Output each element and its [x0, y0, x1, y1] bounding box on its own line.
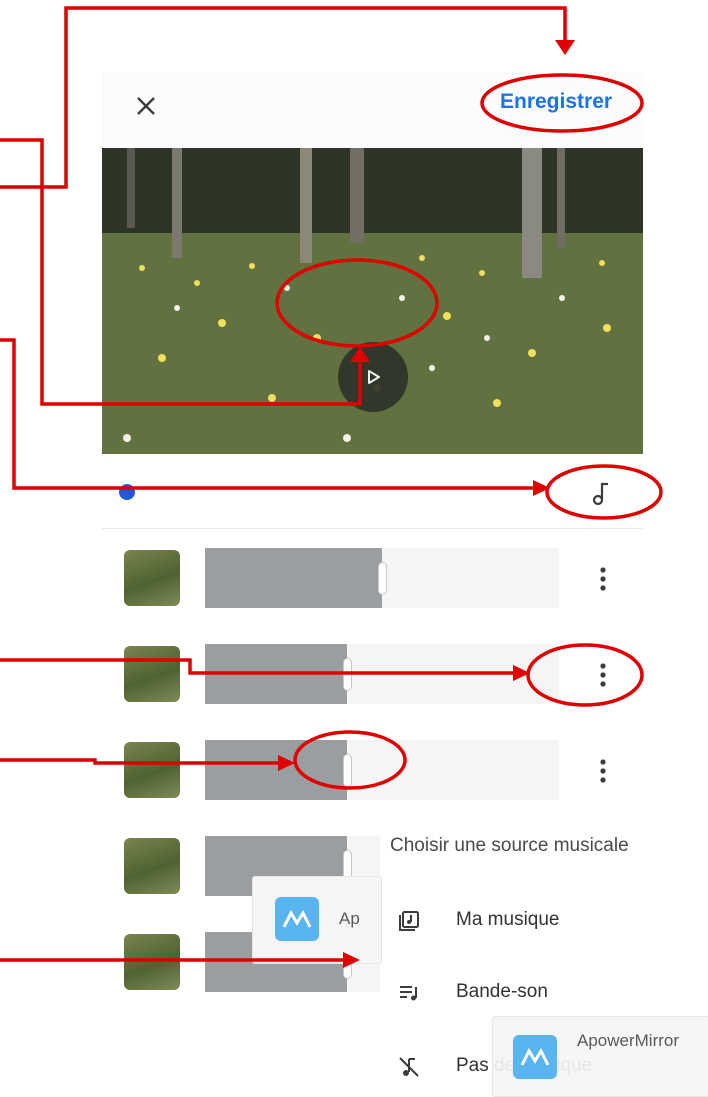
clip-trim-handle[interactable] [343, 754, 352, 787]
music-off-icon [394, 1052, 424, 1082]
play-button[interactable] [338, 342, 408, 412]
clip-trim-track[interactable] [205, 740, 559, 800]
clip-trim-fill [205, 548, 382, 608]
music-library-icon [394, 906, 424, 936]
apowermirror-text: ApowerMirror [577, 1031, 680, 1050]
clip-trim-handle[interactable] [343, 658, 352, 691]
annotation-arrowhead [555, 40, 575, 55]
sheet-item-label: Ma musique [456, 909, 560, 930]
more-vert-icon [600, 663, 606, 687]
clip-thumbnail[interactable] [124, 742, 180, 798]
clip-trim-fill [205, 644, 347, 704]
playhead[interactable] [119, 484, 135, 500]
timeline-row [102, 454, 643, 529]
close-button[interactable] [126, 86, 166, 126]
sheet-item-label: Bande-son [456, 981, 548, 1002]
more-vert-icon [600, 567, 606, 591]
clip-row [102, 548, 643, 610]
apowermirror-overlay: ApowerMirror [492, 1016, 708, 1097]
clip-trim-track[interactable] [205, 644, 559, 704]
clip-trim-handle[interactable] [378, 562, 387, 595]
close-icon [137, 97, 155, 115]
sheet-title: Choisir une source musicale [390, 835, 629, 856]
apowermirror-text: Ap [339, 909, 360, 928]
music-button[interactable] [584, 476, 618, 510]
clip-thumbnail[interactable] [124, 838, 180, 894]
sheet-item-soundtrack[interactable]: Bande-son [380, 964, 708, 1020]
music-note-icon [592, 482, 608, 506]
clip-thumbnail[interactable] [124, 646, 180, 702]
clip-thumbnail[interactable] [124, 550, 180, 606]
apowermirror-overlay-partial: Ap [252, 876, 382, 964]
clip-trim-fill [205, 740, 347, 800]
playlist-icon [394, 978, 424, 1008]
save-button[interactable]: Enregistrer [500, 90, 612, 114]
clip-menu-button[interactable] [591, 658, 615, 692]
play-icon [368, 370, 380, 384]
more-vert-icon [600, 759, 606, 783]
apowermirror-logo [275, 897, 319, 941]
video-preview[interactable] [102, 148, 643, 454]
clip-row [102, 644, 643, 706]
apowermirror-logo [513, 1035, 557, 1079]
clip-row [102, 740, 643, 802]
clip-menu-button[interactable] [591, 562, 615, 596]
clip-trim-track[interactable] [205, 548, 559, 608]
sheet-item-my-music[interactable]: Ma musique [380, 892, 708, 948]
clip-thumbnail[interactable] [124, 934, 180, 990]
clip-menu-button[interactable] [591, 754, 615, 788]
